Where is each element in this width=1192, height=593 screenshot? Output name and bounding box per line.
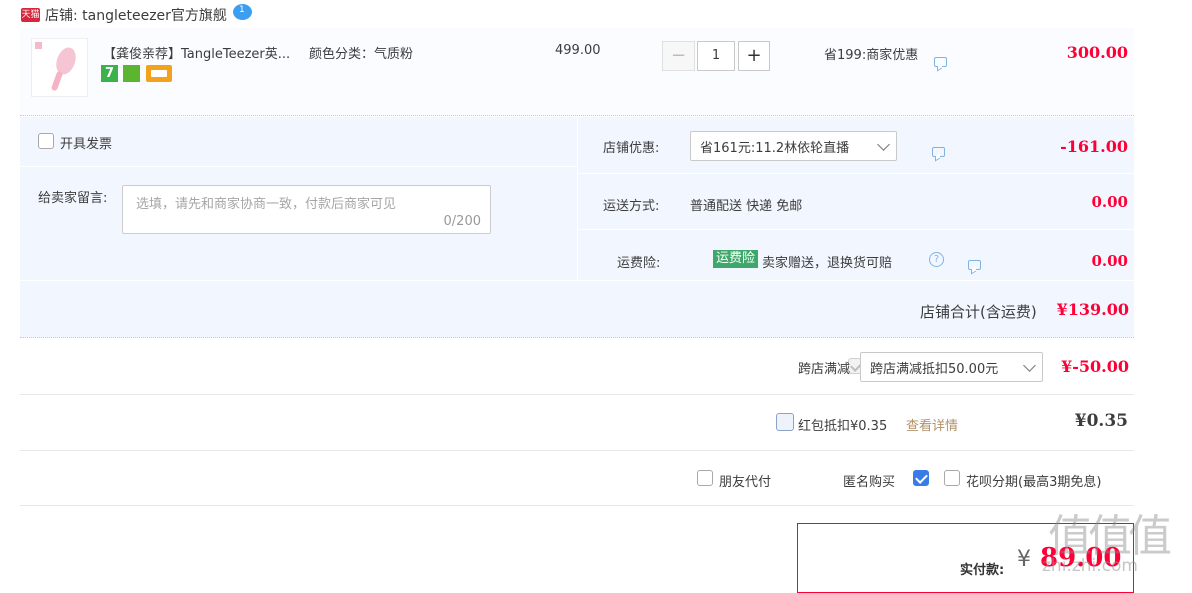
cross-store-amount: ¥-50.00 bbox=[1061, 357, 1129, 376]
guarantee-icon bbox=[123, 65, 140, 82]
cross-store-selected: 跨店满减抵扣50.00元 bbox=[870, 361, 999, 377]
note-char-counter: 0/200 bbox=[443, 214, 481, 229]
friend-pay-label[interactable]: 朋友代付 bbox=[719, 471, 771, 490]
shop-total-amount: ¥139.00 bbox=[1056, 300, 1129, 319]
huabei-label[interactable]: 花呗分期(最高3期免息) bbox=[966, 471, 1101, 490]
anonymous-label[interactable]: 匿名购买 bbox=[843, 471, 895, 490]
insurance-desc: 卖家赠送，退换货可赔 bbox=[762, 256, 893, 271]
chevron-down-icon bbox=[1023, 358, 1036, 372]
shop-discount-amount: -161.00 bbox=[1060, 137, 1128, 156]
divider bbox=[20, 505, 1134, 506]
quantity-input[interactable]: 1 bbox=[697, 41, 735, 71]
shop-discount-label: 店铺优惠: bbox=[603, 141, 660, 156]
hairbrush-icon bbox=[35, 42, 76, 91]
insurance-info-icon[interactable] bbox=[968, 260, 982, 270]
insurance-label: 运费险: bbox=[617, 256, 661, 271]
red-packet-checkbox[interactable] bbox=[776, 413, 794, 431]
shop-total-label: 店铺合计(含运费) bbox=[920, 303, 1037, 321]
note-placeholder: 选填，请先和商家协商一致，付款后商家可见 bbox=[136, 197, 397, 212]
item-thumbnail[interactable] bbox=[31, 38, 88, 97]
panel-divider-right-2 bbox=[578, 229, 1134, 230]
payment-currency: ¥ bbox=[1017, 547, 1031, 572]
watermark-logo: 值值值 bbox=[1048, 511, 1172, 562]
cross-store-label: 跨店满减 bbox=[798, 362, 851, 377]
card-payment-icon bbox=[146, 65, 172, 82]
payment-label: 实付款: bbox=[960, 563, 1005, 578]
huabei-checkbox[interactable] bbox=[944, 470, 960, 486]
red-packet-label[interactable]: 红包抵扣¥0.35 bbox=[798, 415, 887, 434]
panel-divider-left bbox=[20, 166, 577, 167]
chevron-down-icon bbox=[877, 137, 890, 151]
shop-discount-info-icon[interactable] bbox=[932, 147, 946, 157]
invoice-checkbox[interactable] bbox=[38, 133, 54, 149]
insurance-amount: 0.00 bbox=[1091, 252, 1128, 270]
quantity-plus-button[interactable]: + bbox=[738, 41, 770, 71]
red-packet-amount: ¥0.35 bbox=[1074, 411, 1128, 431]
seven-day-return-icon: 7 bbox=[101, 65, 118, 82]
shipping-label: 运送方式: bbox=[603, 199, 660, 214]
item-title[interactable]: 【龚俊亲荐】TangleTeezer英... bbox=[103, 43, 290, 62]
divider bbox=[20, 394, 1134, 395]
friend-pay-checkbox[interactable] bbox=[697, 470, 713, 486]
wangwang-badge-count: 1 bbox=[239, 5, 245, 15]
shop-discount-selected: 省161元:11.2林依轮直播 bbox=[700, 140, 850, 156]
invoice-label[interactable]: 开具发票 bbox=[60, 133, 112, 152]
panel-divider-right-1 bbox=[578, 173, 1134, 174]
discount-info-icon[interactable] bbox=[934, 57, 947, 67]
item-subtotal: 300.00 bbox=[1066, 43, 1128, 62]
tmall-badge: 天猫 bbox=[21, 8, 40, 22]
note-label: 给卖家留言: bbox=[38, 191, 108, 206]
help-question-icon[interactable]: ? bbox=[929, 252, 944, 267]
item-discount: 省199:商家优惠 bbox=[824, 48, 919, 63]
panel-divider-vertical bbox=[577, 117, 578, 281]
quantity-minus-button[interactable]: − bbox=[662, 41, 695, 71]
wangwang-icon[interactable]: 1 bbox=[233, 4, 252, 20]
cross-store-select[interactable]: 跨店满减抵扣50.00元 bbox=[860, 352, 1043, 382]
watermark-sub: zhi.zhi.com bbox=[1042, 556, 1138, 576]
item-variant: 颜色分类：气质粉 bbox=[309, 47, 414, 62]
red-packet-details-link[interactable]: 查看详情 bbox=[906, 415, 958, 434]
divider bbox=[20, 450, 1134, 451]
note-textarea[interactable]: 选填，请先和商家协商一致，付款后商家可见 0/200 bbox=[122, 185, 491, 234]
item-row bbox=[20, 28, 1134, 116]
shop-name[interactable]: 店铺: tangleteezer官方旗舰 bbox=[45, 5, 227, 25]
shipping-amount: 0.00 bbox=[1091, 193, 1128, 211]
shop-discount-select[interactable]: 省161元:11.2林依轮直播 bbox=[690, 131, 897, 161]
anonymous-checkbox[interactable] bbox=[912, 470, 929, 486]
shipping-value: 普通配送 快递 免邮 bbox=[690, 199, 803, 214]
panel-divider-bottom bbox=[20, 280, 1134, 281]
insurance-tag: 运费险 bbox=[713, 250, 759, 268]
item-price: 499.00 bbox=[555, 43, 601, 58]
